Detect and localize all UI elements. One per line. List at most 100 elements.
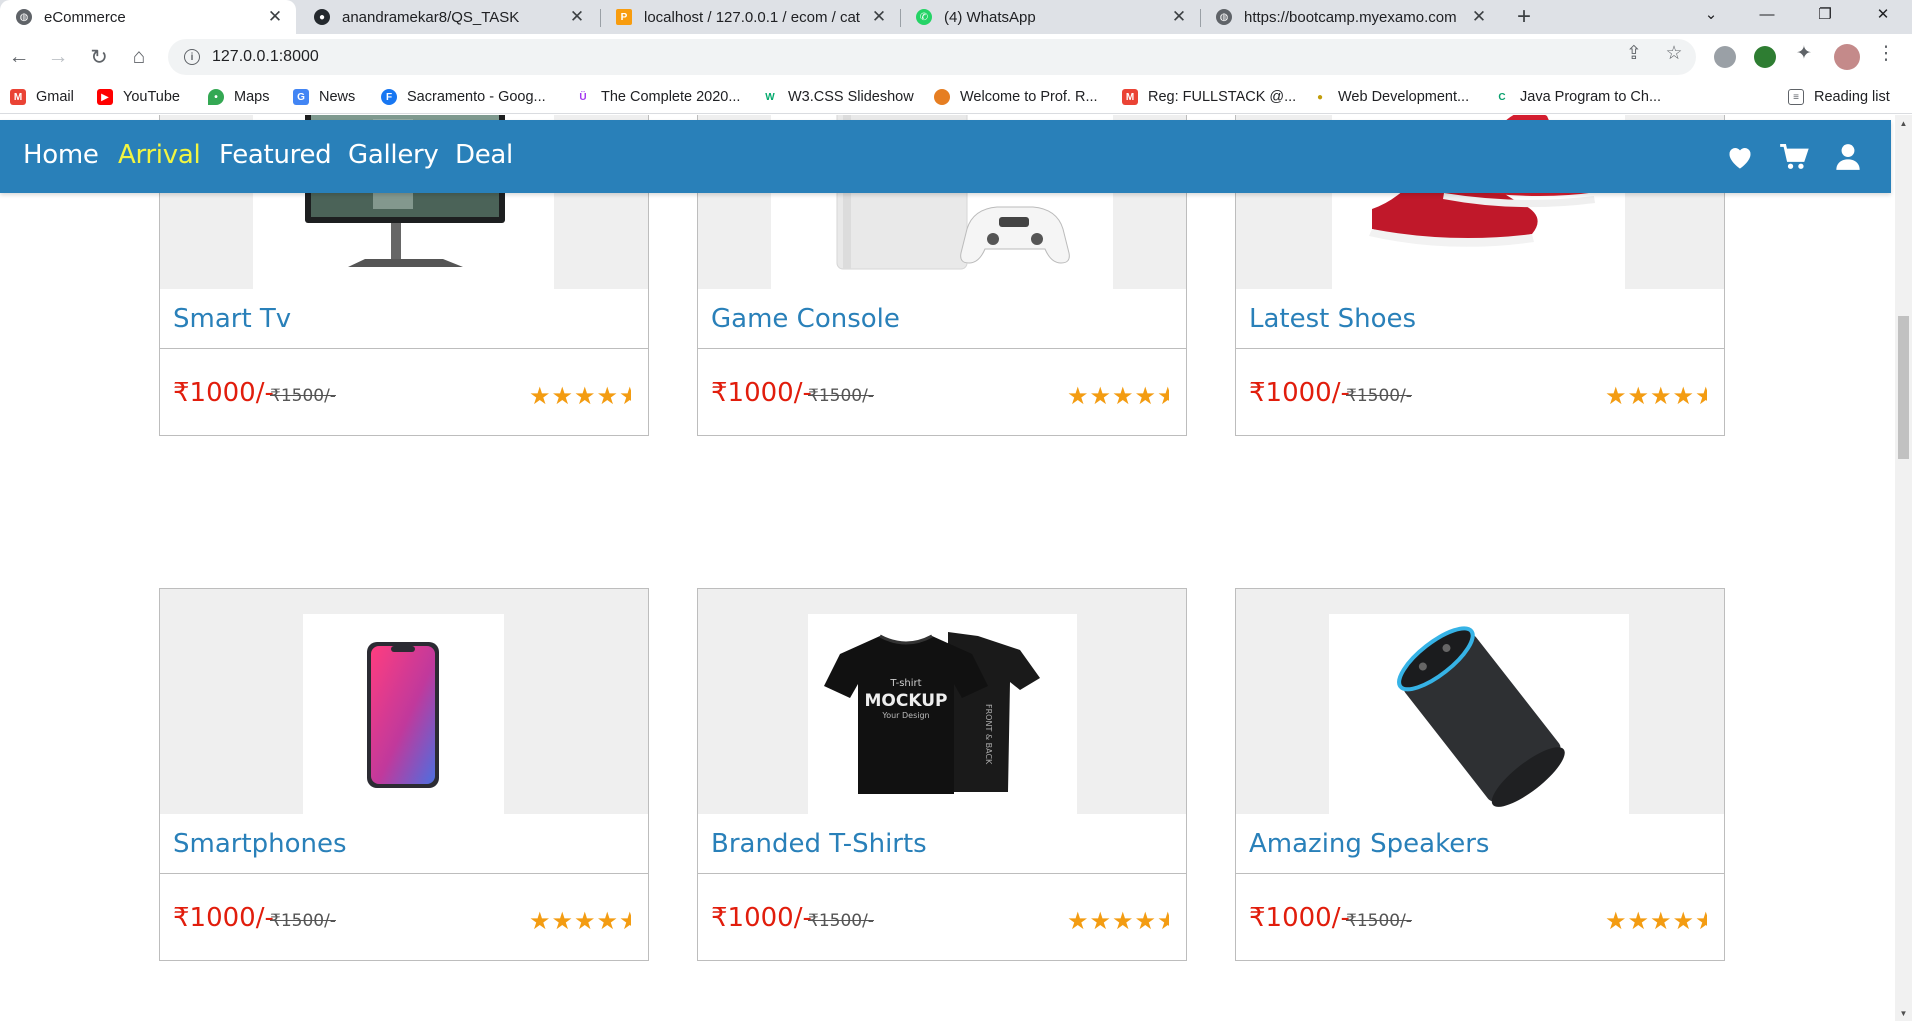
divider (1236, 873, 1724, 874)
star-icon: ★ (1604, 908, 1628, 935)
bookmark-item[interactable]: Ü The Complete 2020... (575, 87, 740, 107)
user-icon[interactable] (1833, 142, 1863, 172)
nav-deal[interactable]: Deal (455, 140, 513, 170)
bookmark-item[interactable]: M Reg: FULLSTACK @... (1122, 87, 1296, 107)
half-star-icon: ★ (619, 908, 631, 935)
extension-bug-icon[interactable] (1714, 46, 1736, 68)
bulb-icon: ● (1312, 89, 1328, 105)
product-name[interactable]: Game Console (711, 304, 900, 334)
product-card[interactable]: Amazing Speakers ₹1000/- ₹1500/- ★★★★★ (1235, 588, 1725, 961)
tab-ecommerce[interactable]: ◍ eCommerce ✕ (0, 0, 296, 34)
star-icon: ★ (1089, 908, 1112, 935)
product-old-price: ₹1500/- (1346, 911, 1412, 931)
product-name[interactable]: Smartphones (173, 829, 347, 859)
product-card[interactable]: T-shirt MOCKUP Your Design FRONT & BACK … (697, 588, 1187, 961)
scroll-up-icon[interactable]: ▲ (1895, 115, 1912, 131)
star-icon: ★ (1111, 908, 1135, 935)
product-name[interactable]: Branded T-Shirts (711, 829, 927, 859)
bookmark-item[interactable]: W W3.CSS Slideshow (762, 87, 914, 107)
globe-icon: ◍ (1216, 9, 1232, 25)
bookmark-item[interactable]: ● Web Development... (1312, 87, 1469, 107)
rating-stars: ★★★★★ (1067, 907, 1169, 936)
nav-home[interactable]: Home (23, 140, 99, 170)
new-tab-icon[interactable]: + (1510, 0, 1538, 34)
close-tab-icon[interactable]: ✕ (870, 7, 888, 27)
nav-arrival[interactable]: Arrival (118, 140, 201, 170)
scrollbar-thumb[interactable] (1898, 316, 1909, 459)
product-old-price: ₹1500/- (808, 911, 874, 931)
tab-phpmyadmin[interactable]: P localhost / 127.0.0.1 / ecom / cat ✕ (600, 0, 900, 34)
heart-icon[interactable] (1725, 142, 1755, 172)
star-icon: ★ (1134, 908, 1157, 935)
star-icon: ★ (528, 383, 552, 410)
product-name[interactable]: Amazing Speakers (1249, 829, 1489, 859)
avatar-icon (934, 89, 950, 105)
bookmark-label: Gmail (36, 89, 74, 105)
half-star-icon: ★ (1157, 383, 1169, 410)
tab-search-icon[interactable]: ⌄ (1688, 0, 1734, 28)
youtube-icon: ▶ (97, 89, 113, 105)
address-bar[interactable]: i 127.0.0.1:8000 (168, 39, 1696, 75)
close-tab-icon[interactable]: ✕ (1170, 7, 1188, 27)
bookmark-item[interactable]: C Java Program to Ch... (1494, 87, 1661, 107)
reading-list[interactable]: ≡ Reading list (1788, 87, 1890, 107)
site-info-icon[interactable]: i (184, 49, 200, 65)
tab-whatsapp[interactable]: ✆ (4) WhatsApp ✕ (900, 0, 1200, 34)
product-image-area (1236, 589, 1724, 814)
tab-strip: ◍ eCommerce ✕ ● anandramekar8/QS_TASK ✕ … (0, 0, 1912, 34)
divider (698, 348, 1186, 349)
scroll-down-icon[interactable]: ▼ (1895, 1005, 1912, 1021)
close-tab-icon[interactable]: ✕ (266, 7, 284, 27)
menu-kebab-icon[interactable]: ⋮ (1872, 42, 1900, 65)
tab-bootcamp[interactable]: ◍ https://bootcamp.myexamo.com ✕ (1200, 0, 1500, 34)
close-tab-icon[interactable]: ✕ (568, 7, 586, 27)
product-name[interactable]: Smart Tv (173, 304, 291, 334)
rating-stars: ★★★★★ (1605, 907, 1707, 936)
tab-github[interactable]: ● anandramekar8/QS_TASK ✕ (298, 0, 598, 34)
browser-toolbar: ← → ↻ ⌂ i 127.0.0.1:8000 ⇪ ☆ ✦ ⋮ (0, 34, 1912, 80)
star-icon: ★ (1089, 383, 1112, 410)
tab-title: (4) WhatsApp (944, 8, 1036, 26)
programiz-icon: C (1494, 89, 1510, 105)
product-card[interactable]: Smartphones ₹1000/- ₹1500/- ★★★★★ (159, 588, 649, 961)
nav-featured[interactable]: Featured (219, 140, 332, 170)
restore-icon[interactable]: ❐ (1802, 0, 1848, 28)
profile-avatar-icon[interactable] (1834, 44, 1860, 70)
extension-tree-icon[interactable] (1754, 46, 1776, 68)
github-icon: ● (314, 9, 330, 25)
back-icon[interactable]: ← (4, 42, 34, 72)
minimize-icon[interactable]: — (1744, 0, 1790, 28)
extensions-puzzle-icon[interactable]: ✦ (1790, 42, 1818, 65)
share-icon[interactable]: ⇪ (1620, 42, 1648, 65)
bookmark-label: Web Development... (1338, 89, 1470, 105)
star-icon: ★ (1111, 383, 1135, 410)
home-icon[interactable]: ⌂ (124, 42, 154, 72)
globe-icon: ◍ (16, 9, 32, 25)
product-name[interactable]: Latest Shoes (1249, 304, 1416, 334)
tshirt-print-small: T-shirt (889, 678, 921, 689)
forward-icon[interactable]: → (43, 42, 73, 72)
url-text: 127.0.0.1:8000 (212, 48, 319, 65)
bookmark-item[interactable]: Welcome to Prof. R... (934, 87, 1098, 107)
tab-title: eCommerce (44, 8, 126, 26)
close-tab-icon[interactable]: ✕ (1470, 7, 1488, 27)
bookmark-star-icon[interactable]: ☆ (1660, 42, 1688, 65)
close-window-icon[interactable]: ✕ (1860, 0, 1906, 28)
reload-icon[interactable]: ↻ (84, 42, 114, 72)
bookmark-label: Maps (234, 89, 270, 105)
nav-gallery[interactable]: Gallery (348, 140, 439, 170)
bookmark-item[interactable]: G News (293, 87, 355, 107)
bookmark-item[interactable]: ▶ YouTube (97, 87, 180, 107)
product-old-price: ₹1500/- (270, 911, 336, 931)
site-header: Home Arrival Featured Gallery Deal (0, 120, 1891, 193)
vertical-scrollbar[interactable]: ▲ ▼ (1895, 115, 1912, 1021)
cart-icon[interactable] (1779, 142, 1809, 172)
tshirt-print-side: FRONT & BACK (984, 704, 993, 765)
product-price: ₹1000/- (1249, 903, 1350, 933)
reading-list-label: Reading list (1814, 89, 1890, 105)
bookmark-item[interactable]: M Gmail (10, 87, 74, 107)
rating-stars: ★★★★★ (529, 907, 631, 936)
udemy-icon: Ü (575, 89, 591, 105)
bookmark-item[interactable]: F Sacramento - Goog... (381, 87, 546, 107)
bookmark-item[interactable]: • Maps (208, 87, 269, 107)
